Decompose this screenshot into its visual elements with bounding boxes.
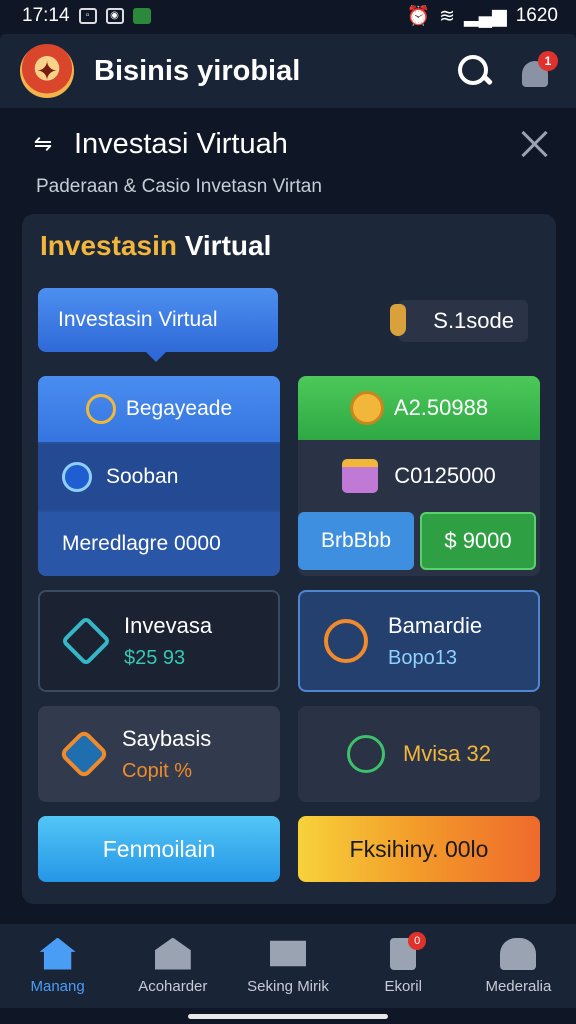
secondary-action-button[interactable]: Fksihiny. 00lo [298,816,540,882]
portfolio-row-1-label: Begayeade [125,397,233,420]
calendar-icon [342,459,379,493]
home-indicator[interactable] [188,1014,388,1019]
money-bag-icon [390,304,406,336]
nav-label: Mederalia [485,977,552,995]
trend-icon [324,619,368,663]
earnings-row-2[interactable]: C0125000 [298,444,540,508]
gallery-icon: ▫ [78,8,97,24]
close-icon[interactable] [518,127,552,161]
earnings-button-2[interactable]: $ 9000 [420,512,536,570]
nav-badge: 0 [408,931,427,950]
download-icon [346,735,385,773]
primary-action-button[interactable]: Fenmoilain [38,816,280,882]
tile-value: $25 93 [124,646,186,669]
nav-label: Seking Mirik [247,977,329,995]
signal-icon: ▂▄▆ [464,5,507,27]
portfolio-row-2[interactable]: Sooban [38,444,280,510]
status-bar: 17:14 ▫ ◉ ⏰ ≋ ▂▄▆ 1620 [0,0,576,32]
user-icon [500,937,537,970]
nav-item-mederalia[interactable]: Mederalia [461,924,576,1008]
status-time: 17:14 [22,5,70,26]
exchange-icon: ⇋ [33,131,53,156]
phone-icon: 0 [390,931,427,970]
status-battery-text: 1620 [515,5,558,26]
coin-icon [349,391,384,425]
card-title-highlight: Investasin [40,230,177,261]
status-right: ⏰ ≋ ▂▄▆ 1620 [406,4,558,28]
investment-tooltip[interactable]: Investasin Virtual [38,288,278,362]
search-icon[interactable] [454,51,494,91]
tile-name: Invevasa [124,612,213,638]
earnings-row-2-value: C0125000 [394,463,496,488]
app-bar: ✦ Bisinis yirobial 1 [0,34,576,108]
nav-label: Manang [30,977,85,995]
tile-bamardie[interactable]: Bamardie Bopo13 [298,590,540,692]
portfolio-row-2-label: Sooban [106,465,179,488]
tile-text: Saybasis Copit % [122,726,211,783]
notification-bell-icon[interactable]: 1 [514,49,558,93]
tile-mvisa[interactable]: Mvisa 32 [298,706,540,802]
tile-name: Bamardie [388,612,483,638]
nav-label: Ekoril [384,977,422,995]
tile-invevasa[interactable]: Invevasa $25 93 [38,590,280,692]
nav-item-acoharder[interactable]: Acoharder [115,924,230,1008]
tile-name: Mvisa 32 [402,741,492,766]
nav-item-manang[interactable]: Manang [0,924,115,1008]
nav-item-seking-mirik[interactable]: Seking Mirik [230,924,345,1008]
earnings-panel: A2.50988 C0125000 BrbBbb $ 9000 [298,376,540,576]
portfolio-panel: Begayeade Sooban Meredlagre 0000 [38,376,280,576]
home-icon [39,937,76,970]
tile-value: Bopo13 [388,646,457,669]
tile-text: Bamardie Bopo13 [388,613,482,670]
portfolio-row-3-label: Meredlagre 0000 [62,532,221,555]
alarm-icon: ⏰ [406,6,431,27]
wifi-icon: ≋ [439,5,456,27]
tile-saybasis[interactable]: Saybasis Copit % [38,706,280,802]
section-subtitle: Paderaan & Casio Invetasn Virtan [36,176,322,197]
mail-icon [270,940,306,967]
status-left: 17:14 ▫ ◉ [22,5,151,27]
chat-icon [62,462,92,492]
tile-value: Copit % [122,759,193,782]
nav-item-ekoril[interactable]: 0 Ekoril [346,924,461,1008]
tile-text: Invevasa $25 93 [124,613,212,670]
bottom-navigation: Manang Acoharder Seking Mirik 0 Ekoril M… [0,924,576,1008]
investment-card: Investasin Virtual Investasin Virtual S.… [22,214,556,904]
notification-badge: 1 [538,51,558,71]
app-title: Bisinis yirobial [94,54,301,87]
nav-label: Acoharder [138,977,208,995]
earnings-row-1-value: A2.50988 [393,395,489,420]
card-title-rest: Virtual [176,230,272,261]
earnings-button-1[interactable]: BrbBbb [298,512,414,570]
portfolio-row-1[interactable]: Begayeade [38,376,280,442]
section-title: Investasi Virtuah [74,127,288,160]
section-header: ⇋ Investasi Virtuah [30,122,552,166]
coin-ring-icon [85,394,116,424]
balance-value: S.1sode [433,308,514,333]
earnings-row-1[interactable]: A2.50988 [298,376,540,440]
balance-pill[interactable]: S.1sode [390,300,528,342]
app-notification-icon: ◉ [105,8,124,24]
app-logo[interactable]: ✦ [20,44,74,98]
shield-icon [60,615,112,667]
tile-name: Saybasis [122,725,212,751]
store-icon [154,937,191,970]
message-icon [132,8,151,24]
card-title: Investasin Virtual [40,230,271,262]
dollar-icon [58,728,110,780]
portfolio-row-3[interactable]: Meredlagre 0000 [38,512,280,576]
